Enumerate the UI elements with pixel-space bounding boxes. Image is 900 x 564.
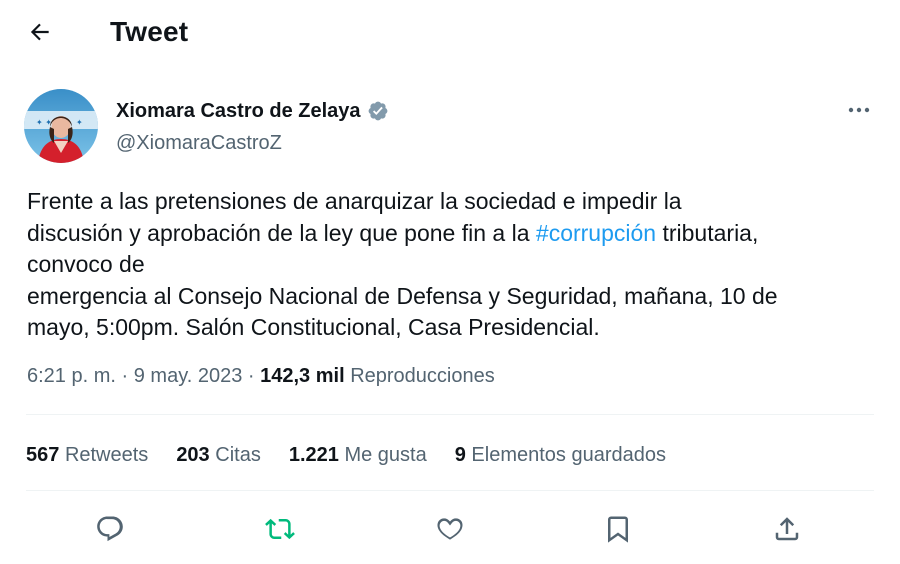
meta-separator: · [121, 365, 129, 387]
svg-text:✦ ✦: ✦ ✦ [36, 118, 52, 127]
svg-text:✦: ✦ [76, 118, 83, 127]
tweet-line: convoco de [27, 251, 145, 277]
tweet-line: mayo, 5:00pm. Salón Constitucional, Casa… [27, 314, 600, 340]
divider [26, 490, 874, 491]
retweets-stat[interactable]: 567 Retweets [26, 441, 148, 469]
engagement-stats: 567 Retweets 203 Citas 1.221 Me gusta 9 … [26, 441, 694, 469]
profile-photo: ✦ ✦ ✦ [24, 89, 98, 163]
likes-count: 1.221 [288, 444, 339, 466]
avatar[interactable]: ✦ ✦ ✦ [24, 89, 98, 163]
likes-label: Me gusta [344, 444, 427, 466]
hashtag-link[interactable]: #corrupción [536, 220, 656, 246]
bookmark-icon [608, 516, 628, 543]
tweet-line: emergencia al Consejo Nacional de Defens… [27, 282, 778, 309]
tweet-line: discusión y aprobación de la ley que pon… [27, 218, 877, 250]
views-label: Reproducciones [350, 365, 495, 387]
bookmarks-count: 9 [454, 444, 466, 466]
views-count: 142,3 mil [260, 365, 345, 387]
tweet-text: Frente a las pretensiones de anarquizar … [27, 186, 877, 344]
verified-badge-icon [367, 100, 389, 122]
tweet-text-segment: discusión y aprobación de la ley que pon… [27, 219, 536, 246]
back-button[interactable] [22, 14, 58, 50]
retweet-icon [265, 518, 295, 540]
arrow-left-icon [30, 23, 49, 41]
bookmarks-stat[interactable]: 9 Elementos guardados [455, 441, 666, 469]
reply-icon [97, 516, 123, 542]
header-bar: Tweet [0, 0, 900, 64]
quotes-count: 203 [176, 444, 210, 466]
more-dots-icon [848, 107, 870, 113]
bookmarks-label: Elementos guardados [471, 444, 666, 466]
display-name: Xiomara Castro de Zelaya [116, 100, 361, 122]
bookmark-button[interactable] [600, 511, 636, 547]
more-options-button[interactable] [842, 96, 876, 124]
tweet-meta: 6:21 p. m. · 9 may. 2023 · 142,3 mil Rep… [27, 362, 495, 390]
heart-icon [437, 518, 463, 540]
user-handle[interactable]: @XiomaraCastroZ [116, 130, 282, 156]
reply-button[interactable] [92, 511, 128, 547]
retweets-count: 567 [26, 444, 60, 466]
quotes-stat[interactable]: 203 Citas [176, 441, 261, 469]
meta-separator: · [247, 365, 255, 387]
tweet-text-segment: tributaria, [656, 219, 759, 246]
retweets-label: Retweets [64, 444, 149, 466]
author-name-row[interactable]: Xiomara Castro de Zelaya [116, 98, 389, 124]
likes-stat[interactable]: 1.221 Me gusta [289, 441, 427, 469]
retweet-button[interactable] [262, 511, 298, 547]
divider [26, 414, 874, 415]
quotes-label: Citas [215, 444, 261, 466]
share-button[interactable] [769, 511, 805, 547]
like-button[interactable] [432, 511, 468, 547]
page-title: Tweet [110, 16, 189, 47]
tweet-time[interactable]: 6:21 p. m. [27, 365, 116, 387]
tweet-line: Frente a las pretensiones de anarquizar … [27, 188, 682, 214]
tweet-date[interactable]: 9 may. 2023 [134, 365, 243, 387]
share-icon [775, 517, 799, 541]
